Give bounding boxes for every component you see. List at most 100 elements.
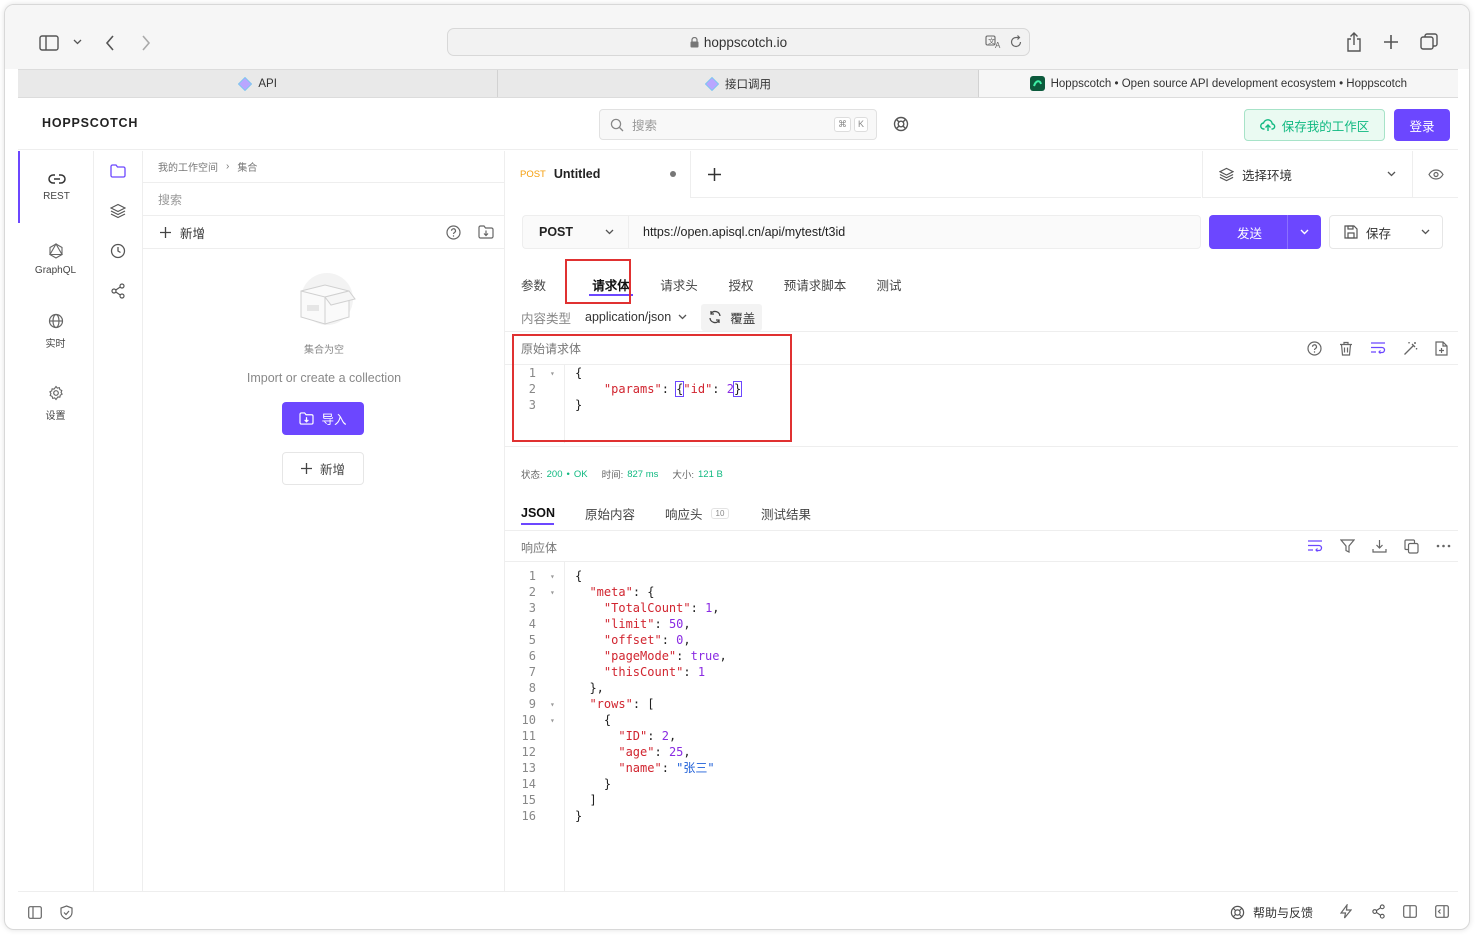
browser-tab-interface[interactable]: 接口调用 [498, 70, 979, 97]
plus-icon [300, 463, 312, 474]
collection-search-input[interactable]: 搜索 [143, 183, 504, 216]
sidebar-collapse-icon[interactable] [28, 906, 42, 919]
tab-pre-request-script[interactable]: 预请求脚本 [769, 264, 861, 304]
wrap-lines-icon[interactable] [1307, 539, 1323, 554]
tab-tests[interactable]: 测试 [861, 264, 917, 304]
empty-title: 集合为空 [304, 345, 344, 356]
hoppscotch-favicon-icon [704, 76, 719, 91]
fold-caret-icon[interactable]: ▾ [550, 697, 555, 713]
right-panel-icon[interactable] [1435, 905, 1449, 918]
empty-box-illustration-icon [291, 271, 357, 327]
tab-test-results[interactable]: 测试结果 [761, 493, 841, 533]
save-workspace-button[interactable]: 保存我的工作区 [1244, 109, 1385, 141]
url-input[interactable]: https://open.apisql.cn/api/mytest/t3id [628, 215, 1201, 249]
graphql-icon [48, 242, 63, 259]
share-nodes-icon[interactable] [1371, 904, 1386, 919]
support-icon[interactable] [893, 116, 909, 132]
help-circle-icon[interactable] [446, 225, 461, 240]
fold-caret-icon[interactable]: ▾ [550, 569, 555, 585]
address-text: hoppscotch.io [703, 34, 788, 50]
share-nodes-icon[interactable] [94, 271, 142, 311]
hoppscotch-favicon-icon [238, 76, 253, 91]
login-button[interactable]: 登录 [1394, 109, 1450, 141]
wrap-lines-icon[interactable] [1370, 341, 1386, 356]
tab-auth[interactable]: 授权 [713, 264, 769, 304]
save-button[interactable]: 保存 [1329, 215, 1443, 249]
breadcrumb-root[interactable]: 我的工作空间 [158, 159, 218, 174]
chevron-down-icon[interactable] [73, 39, 82, 45]
trash-icon[interactable] [1339, 341, 1353, 356]
chevron-down-icon [605, 229, 614, 235]
brand-logo[interactable]: HOPPSCOTCH [42, 116, 138, 130]
history-icon[interactable] [94, 231, 142, 271]
import-folder-icon[interactable] [478, 225, 494, 239]
lightning-icon[interactable] [1340, 904, 1352, 919]
link-icon [47, 173, 66, 184]
tab-method: POST [520, 168, 546, 180]
magic-wand-icon[interactable] [1403, 341, 1418, 356]
nav-rest[interactable]: REST [18, 151, 93, 223]
app-header: HOPPSCOTCH 搜索 ⌘ K 保存我的工作区 登录 [18, 98, 1458, 150]
nav-realtime[interactable]: 实时 [18, 295, 93, 367]
forward-icon[interactable] [141, 35, 151, 51]
tab-headers[interactable]: 请求头 [645, 264, 713, 304]
translate-icon[interactable]: 文A [985, 35, 1003, 49]
breadcrumb-separator: › [226, 161, 230, 172]
global-search[interactable]: 搜索 ⌘ K [599, 109, 877, 140]
add-tab-icon[interactable] [708, 167, 721, 181]
back-icon[interactable] [105, 35, 115, 51]
override-button[interactable]: 覆盖 [701, 303, 763, 331]
folder-icon[interactable] [94, 151, 142, 191]
nav-settings[interactable]: 设置 [18, 367, 93, 439]
help-feedback-button[interactable]: 帮助与反馈 [1230, 904, 1313, 921]
file-add-icon[interactable] [1435, 341, 1448, 356]
browser-tab-api[interactable]: API [18, 70, 499, 97]
environment-select[interactable]: 选择环境 [1202, 151, 1412, 198]
address-bar[interactable]: hoppscotch.io 文A [447, 28, 1030, 56]
import-button[interactable]: 导入 [282, 402, 364, 435]
reload-icon[interactable] [1009, 35, 1023, 49]
send-options-icon[interactable] [1287, 215, 1321, 249]
request-tab-untitled[interactable]: POST Untitled [505, 150, 691, 198]
line-numbers: 1 2 3 4 5 6 7 8 9 10 11 12 13 14 15 16 [505, 562, 565, 891]
tab-raw[interactable]: 原始内容 [585, 493, 665, 533]
request-panel: POST Untitled 选择环境 POST https://open.api… [505, 150, 1458, 891]
tab-response-headers[interactable]: 响应头 10 [665, 493, 761, 533]
hoppscotch-logo-icon [1029, 76, 1045, 91]
breadcrumb: 我的工作空间 › 集合 [143, 151, 504, 183]
cloud-upload-icon [1259, 119, 1276, 131]
shield-icon[interactable] [60, 905, 73, 920]
content-type-select[interactable]: application/json [585, 310, 687, 324]
tab-overview-icon[interactable] [1420, 33, 1438, 51]
eye-icon[interactable] [1412, 151, 1458, 198]
new-collection-button[interactable]: 新增 [282, 452, 364, 485]
response-body-viewer[interactable]: 1 2 3 4 5 6 7 8 9 10 11 12 13 14 15 16 ▾… [505, 562, 1458, 891]
folder-import-icon [299, 412, 315, 425]
more-icon[interactable] [1436, 539, 1451, 554]
fold-caret-icon[interactable]: ▾ [550, 713, 555, 729]
download-icon[interactable] [1372, 539, 1387, 554]
primary-nav: REST GraphQL 实时 设置 [18, 151, 94, 891]
new-collection-link[interactable]: 新增 [180, 223, 205, 242]
secondary-nav [94, 151, 143, 891]
help-circle-icon[interactable] [1307, 341, 1322, 356]
unsaved-dot [670, 171, 676, 177]
fold-caret-icon[interactable]: ▾ [550, 585, 555, 601]
send-button[interactable]: 发送 [1209, 215, 1321, 249]
split-layout-icon[interactable] [1403, 905, 1417, 918]
method-select[interactable]: POST [522, 215, 628, 249]
breadcrumb-current: 集合 [237, 163, 258, 174]
sidebar-toggle-icon[interactable] [39, 35, 59, 51]
share-icon[interactable] [1346, 32, 1362, 52]
filter-icon[interactable] [1340, 539, 1355, 554]
browser-tab-hoppscotch[interactable]: Hoppscotch • Open source API development… [978, 70, 1458, 97]
tab-json[interactable]: JSON [521, 493, 585, 533]
response-tabs: JSON 原始内容 响应头 10 测试结果 [521, 493, 841, 533]
copy-icon[interactable] [1404, 539, 1419, 554]
new-tab-icon[interactable] [1383, 34, 1399, 50]
response-body-header: 响应体 [505, 530, 1458, 562]
layers-icon[interactable] [94, 191, 142, 231]
response-json-code: { "meta": { "TotalCount": 1, "limit": 50… [575, 569, 727, 823]
chevron-down-icon [1387, 171, 1396, 177]
nav-graphql[interactable]: GraphQL [18, 223, 93, 295]
